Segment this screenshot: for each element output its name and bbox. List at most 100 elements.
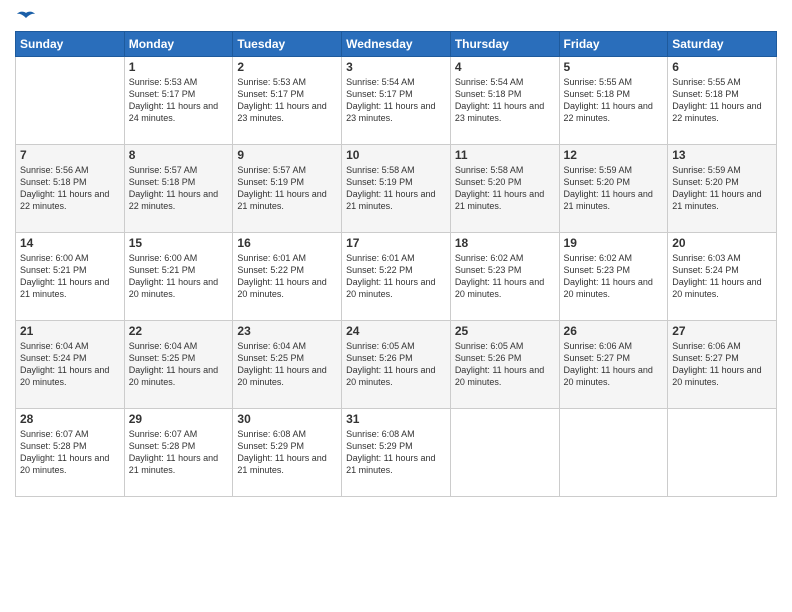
- day-number: 13: [672, 148, 772, 162]
- day-number: 2: [237, 60, 337, 74]
- day-number: 5: [564, 60, 664, 74]
- cell-content: Sunrise: 6:02 AMSunset: 5:23 PMDaylight:…: [455, 253, 544, 299]
- table-row: [668, 409, 777, 497]
- calendar-week-3: 14 Sunrise: 6:00 AMSunset: 5:21 PMDayligh…: [16, 233, 777, 321]
- day-number: 8: [129, 148, 229, 162]
- table-row: 25 Sunrise: 6:05 AMSunset: 5:26 PMDayligh…: [450, 321, 559, 409]
- day-number: 24: [346, 324, 446, 338]
- cell-content: Sunrise: 6:08 AMSunset: 5:29 PMDaylight:…: [346, 429, 435, 475]
- table-row: 11 Sunrise: 5:58 AMSunset: 5:20 PMDayligh…: [450, 145, 559, 233]
- header: [15, 15, 777, 21]
- col-saturday: Saturday: [668, 32, 777, 57]
- cell-content: Sunrise: 6:08 AMSunset: 5:29 PMDaylight:…: [237, 429, 326, 475]
- day-number: 10: [346, 148, 446, 162]
- table-row: 5 Sunrise: 5:55 AMSunset: 5:18 PMDaylight…: [559, 57, 668, 145]
- table-row: 1Sunrise: 5:53 AMSunset: 5:17 PMDaylight…: [124, 57, 233, 145]
- table-row: 15 Sunrise: 6:00 AMSunset: 5:21 PMDayligh…: [124, 233, 233, 321]
- cell-content: Sunrise: 6:05 AMSunset: 5:26 PMDaylight:…: [455, 341, 544, 387]
- table-row: 20 Sunrise: 6:03 AMSunset: 5:24 PMDayligh…: [668, 233, 777, 321]
- table-row: 26Sunrise: 6:06 AMSunset: 5:27 PMDayligh…: [559, 321, 668, 409]
- cell-content: Sunrise: 6:02 AMSunset: 5:23 PMDaylight:…: [564, 253, 653, 299]
- cell-content: Sunrise: 6:01 AMSunset: 5:22 PMDaylight:…: [237, 253, 326, 299]
- cell-content: Sunrise: 5:55 AMSunset: 5:18 PMDaylight:…: [672, 77, 761, 123]
- cell-content: Sunrise: 5:58 AMSunset: 5:20 PMDaylight:…: [455, 165, 544, 211]
- day-number: 17: [346, 236, 446, 250]
- cell-content: Sunrise: 6:03 AMSunset: 5:24 PMDaylight:…: [672, 253, 761, 299]
- day-number: 18: [455, 236, 555, 250]
- cell-content: Sunrise: 5:56 AMSunset: 5:18 PMDaylight:…: [20, 165, 109, 211]
- cell-content: Sunrise: 5:54 AMSunset: 5:18 PMDaylight:…: [455, 77, 544, 123]
- logo: [15, 15, 35, 21]
- table-row: 3 Sunrise: 5:54 AMSunset: 5:17 PMDaylight…: [342, 57, 451, 145]
- table-row: 7 Sunrise: 5:56 AMSunset: 5:18 PMDaylight…: [16, 145, 125, 233]
- day-number: 28: [20, 412, 120, 426]
- cell-content: Sunrise: 6:06 AMSunset: 5:27 PMDaylight:…: [564, 341, 653, 387]
- cell-content: Sunrise: 5:59 AMSunset: 5:20 PMDaylight:…: [564, 165, 653, 211]
- day-number: 31: [346, 412, 446, 426]
- cell-content: Sunrise: 5:53 AMSunset: 5:17 PMDaylight:…: [237, 77, 326, 123]
- table-row: 19Sunrise: 6:02 AMSunset: 5:23 PMDayligh…: [559, 233, 668, 321]
- day-number: 12: [564, 148, 664, 162]
- table-row: 28 Sunrise: 6:07 AMSunset: 5:28 PMDayligh…: [16, 409, 125, 497]
- table-row: [559, 409, 668, 497]
- header-row: Sunday Monday Tuesday Wednesday Thursday…: [16, 32, 777, 57]
- day-number: 20: [672, 236, 772, 250]
- calendar-week-1: 1Sunrise: 5:53 AMSunset: 5:17 PMDaylight…: [16, 57, 777, 145]
- table-row: 17 Sunrise: 6:01 AMSunset: 5:22 PMDayligh…: [342, 233, 451, 321]
- col-sunday: Sunday: [16, 32, 125, 57]
- table-row: 31 Sunrise: 6:08 AMSunset: 5:29 PMDayligh…: [342, 409, 451, 497]
- col-thursday: Thursday: [450, 32, 559, 57]
- table-row: 9Sunrise: 5:57 AMSunset: 5:19 PMDaylight…: [233, 145, 342, 233]
- col-tuesday: Tuesday: [233, 32, 342, 57]
- table-row: 30 Sunrise: 6:08 AMSunset: 5:29 PMDayligh…: [233, 409, 342, 497]
- table-row: 21 Sunrise: 6:04 AMSunset: 5:24 PMDayligh…: [16, 321, 125, 409]
- table-row: 23Sunrise: 6:04 AMSunset: 5:25 PMDayligh…: [233, 321, 342, 409]
- col-monday: Monday: [124, 32, 233, 57]
- day-number: 11: [455, 148, 555, 162]
- calendar-table: Sunday Monday Tuesday Wednesday Thursday…: [15, 31, 777, 497]
- table-row: 12 Sunrise: 5:59 AMSunset: 5:20 PMDayligh…: [559, 145, 668, 233]
- cell-content: Sunrise: 6:07 AMSunset: 5:28 PMDaylight:…: [129, 429, 218, 475]
- col-friday: Friday: [559, 32, 668, 57]
- table-row: 2 Sunrise: 5:53 AMSunset: 5:17 PMDaylight…: [233, 57, 342, 145]
- table-row: 29 Sunrise: 6:07 AMSunset: 5:28 PMDayligh…: [124, 409, 233, 497]
- cell-content: Sunrise: 6:07 AMSunset: 5:28 PMDaylight:…: [20, 429, 109, 475]
- calendar-week-5: 28 Sunrise: 6:07 AMSunset: 5:28 PMDayligh…: [16, 409, 777, 497]
- col-wednesday: Wednesday: [342, 32, 451, 57]
- calendar-week-2: 7 Sunrise: 5:56 AMSunset: 5:18 PMDaylight…: [16, 145, 777, 233]
- cell-content: Sunrise: 5:58 AMSunset: 5:19 PMDaylight:…: [346, 165, 435, 211]
- table-row: 8 Sunrise: 5:57 AMSunset: 5:18 PMDaylight…: [124, 145, 233, 233]
- table-row: 6Sunrise: 5:55 AMSunset: 5:18 PMDaylight…: [668, 57, 777, 145]
- cell-content: Sunrise: 5:57 AMSunset: 5:18 PMDaylight:…: [129, 165, 218, 211]
- cell-content: Sunrise: 6:04 AMSunset: 5:25 PMDaylight:…: [129, 341, 218, 387]
- day-number: 16: [237, 236, 337, 250]
- table-row: [16, 57, 125, 145]
- logo-bird-icon: [17, 11, 35, 25]
- day-number: 7: [20, 148, 120, 162]
- day-number: 9: [237, 148, 337, 162]
- day-number: 23: [237, 324, 337, 338]
- day-number: 3: [346, 60, 446, 74]
- day-number: 15: [129, 236, 229, 250]
- day-number: 14: [20, 236, 120, 250]
- table-row: 14 Sunrise: 6:00 AMSunset: 5:21 PMDayligh…: [16, 233, 125, 321]
- table-row: 10 Sunrise: 5:58 AMSunset: 5:19 PMDayligh…: [342, 145, 451, 233]
- day-number: 29: [129, 412, 229, 426]
- day-number: 27: [672, 324, 772, 338]
- cell-content: Sunrise: 6:00 AMSunset: 5:21 PMDaylight:…: [20, 253, 109, 299]
- day-number: 21: [20, 324, 120, 338]
- cell-content: Sunrise: 5:54 AMSunset: 5:17 PMDaylight:…: [346, 77, 435, 123]
- cell-content: Sunrise: 6:01 AMSunset: 5:22 PMDaylight:…: [346, 253, 435, 299]
- cell-content: Sunrise: 5:55 AMSunset: 5:18 PMDaylight:…: [564, 77, 653, 123]
- cell-content: Sunrise: 6:00 AMSunset: 5:21 PMDaylight:…: [129, 253, 218, 299]
- table-row: 4Sunrise: 5:54 AMSunset: 5:18 PMDaylight…: [450, 57, 559, 145]
- day-number: 22: [129, 324, 229, 338]
- cell-content: Sunrise: 5:53 AMSunset: 5:17 PMDaylight:…: [129, 77, 218, 123]
- table-row: 24Sunrise: 6:05 AMSunset: 5:26 PMDayligh…: [342, 321, 451, 409]
- cell-content: Sunrise: 5:59 AMSunset: 5:20 PMDaylight:…: [672, 165, 761, 211]
- day-number: 30: [237, 412, 337, 426]
- day-number: 25: [455, 324, 555, 338]
- cell-content: Sunrise: 6:04 AMSunset: 5:24 PMDaylight:…: [20, 341, 109, 387]
- table-row: 18 Sunrise: 6:02 AMSunset: 5:23 PMDayligh…: [450, 233, 559, 321]
- cell-content: Sunrise: 6:06 AMSunset: 5:27 PMDaylight:…: [672, 341, 761, 387]
